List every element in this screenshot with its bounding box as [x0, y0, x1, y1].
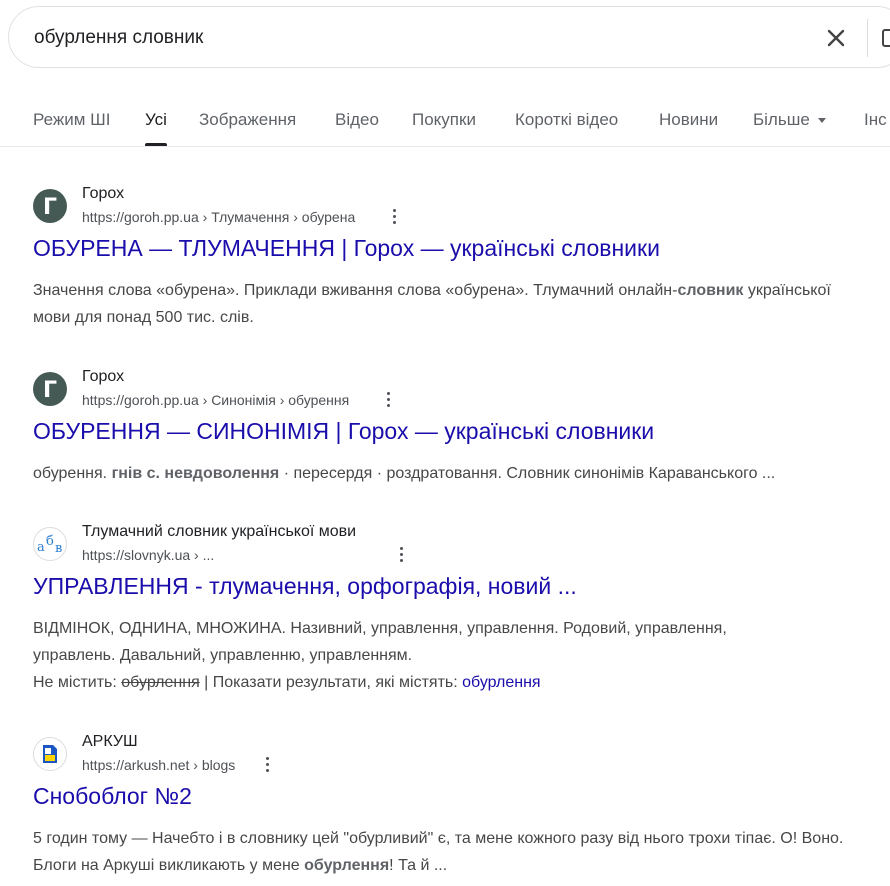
- tab-ai-mode[interactable]: Режим ШІ: [33, 110, 110, 130]
- goroh-logo-icon: Г: [33, 372, 67, 406]
- result-site-name: Горох: [82, 185, 125, 202]
- tab-more[interactable]: Більше: [753, 110, 826, 130]
- goroh-logo-letter: Г: [43, 195, 57, 220]
- result-site-name: Горох: [82, 368, 125, 385]
- tab-tools[interactable]: Інс: [864, 110, 887, 130]
- svg-text:в: в: [55, 541, 62, 556]
- missing-terms-line: Не містить: обурлення | Показати результ…: [33, 674, 541, 691]
- search-divider: [867, 19, 868, 57]
- more-options-icon[interactable]: [391, 209, 397, 227]
- result-site-name: Тлумачний словник української мови: [82, 523, 357, 540]
- more-options-icon[interactable]: [385, 392, 391, 410]
- result-title[interactable]: УПРАВЛЕННЯ - тлумачення, орфографія, нов…: [33, 573, 577, 600]
- arkush-logo-icon: [33, 737, 67, 771]
- search-input[interactable]: обурлення словник: [34, 27, 203, 49]
- goroh-logo-letter: Г: [43, 378, 57, 403]
- tab-images[interactable]: Зображення: [199, 110, 296, 130]
- result-title[interactable]: Снобоблог №2: [33, 783, 192, 810]
- result-snippet: Значення слова «обурена». Приклади вжива…: [33, 282, 831, 326]
- result-url[interactable]: https://slovnyk.ua › ...: [82, 547, 214, 563]
- svg-text:а: а: [37, 540, 45, 555]
- search-box[interactable]: обурлення словник: [8, 6, 890, 68]
- result-snippet: 5 годин тому — Начебто і в словнику цей …: [33, 830, 844, 874]
- more-options-icon[interactable]: [264, 757, 270, 775]
- result-snippet: обурення. гнів с. невдоволення · пересер…: [33, 465, 776, 482]
- caret-down-icon: [817, 118, 826, 124]
- tab-shopping[interactable]: Покупки: [412, 110, 476, 130]
- goroh-logo-icon: Г: [33, 189, 67, 223]
- tab-short-video[interactable]: Короткі відео: [515, 110, 618, 130]
- tab-video[interactable]: Відео: [335, 110, 379, 130]
- result-url[interactable]: https://goroh.pp.ua › Тлумачення › обуре…: [82, 209, 355, 225]
- tab-more-label: Більше: [753, 110, 810, 129]
- result-site-name: АРКУШ: [82, 733, 138, 750]
- result-title[interactable]: ОБУРЕНА — ТЛУМАЧЕННЯ | Горох — українськ…: [33, 235, 660, 262]
- slovnyk-logo-icon: а б в: [33, 527, 67, 561]
- result-title[interactable]: ОБУРЕННЯ — СИНОНІМІЯ | Горох — українськ…: [33, 418, 654, 445]
- search-instead-link[interactable]: обурлення: [462, 674, 540, 691]
- tab-all[interactable]: Усі: [145, 110, 167, 146]
- result-snippet: ВІДМІНОК, ОДНИНА, МНОЖИНА. Називний, упр…: [33, 620, 727, 664]
- result-url[interactable]: https://goroh.pp.ua › Синонімія › обурен…: [82, 392, 349, 408]
- clear-icon[interactable]: [821, 23, 851, 53]
- more-options-icon[interactable]: [398, 547, 404, 565]
- svg-text:б: б: [46, 534, 54, 549]
- result-url[interactable]: https://arkush.net › blogs: [82, 757, 235, 773]
- keyboard-icon[interactable]: [882, 29, 890, 47]
- tab-news[interactable]: Новини: [659, 110, 718, 130]
- search-tabs: Режим ШІ Усі Зображення Відео Покупки Ко…: [0, 100, 890, 147]
